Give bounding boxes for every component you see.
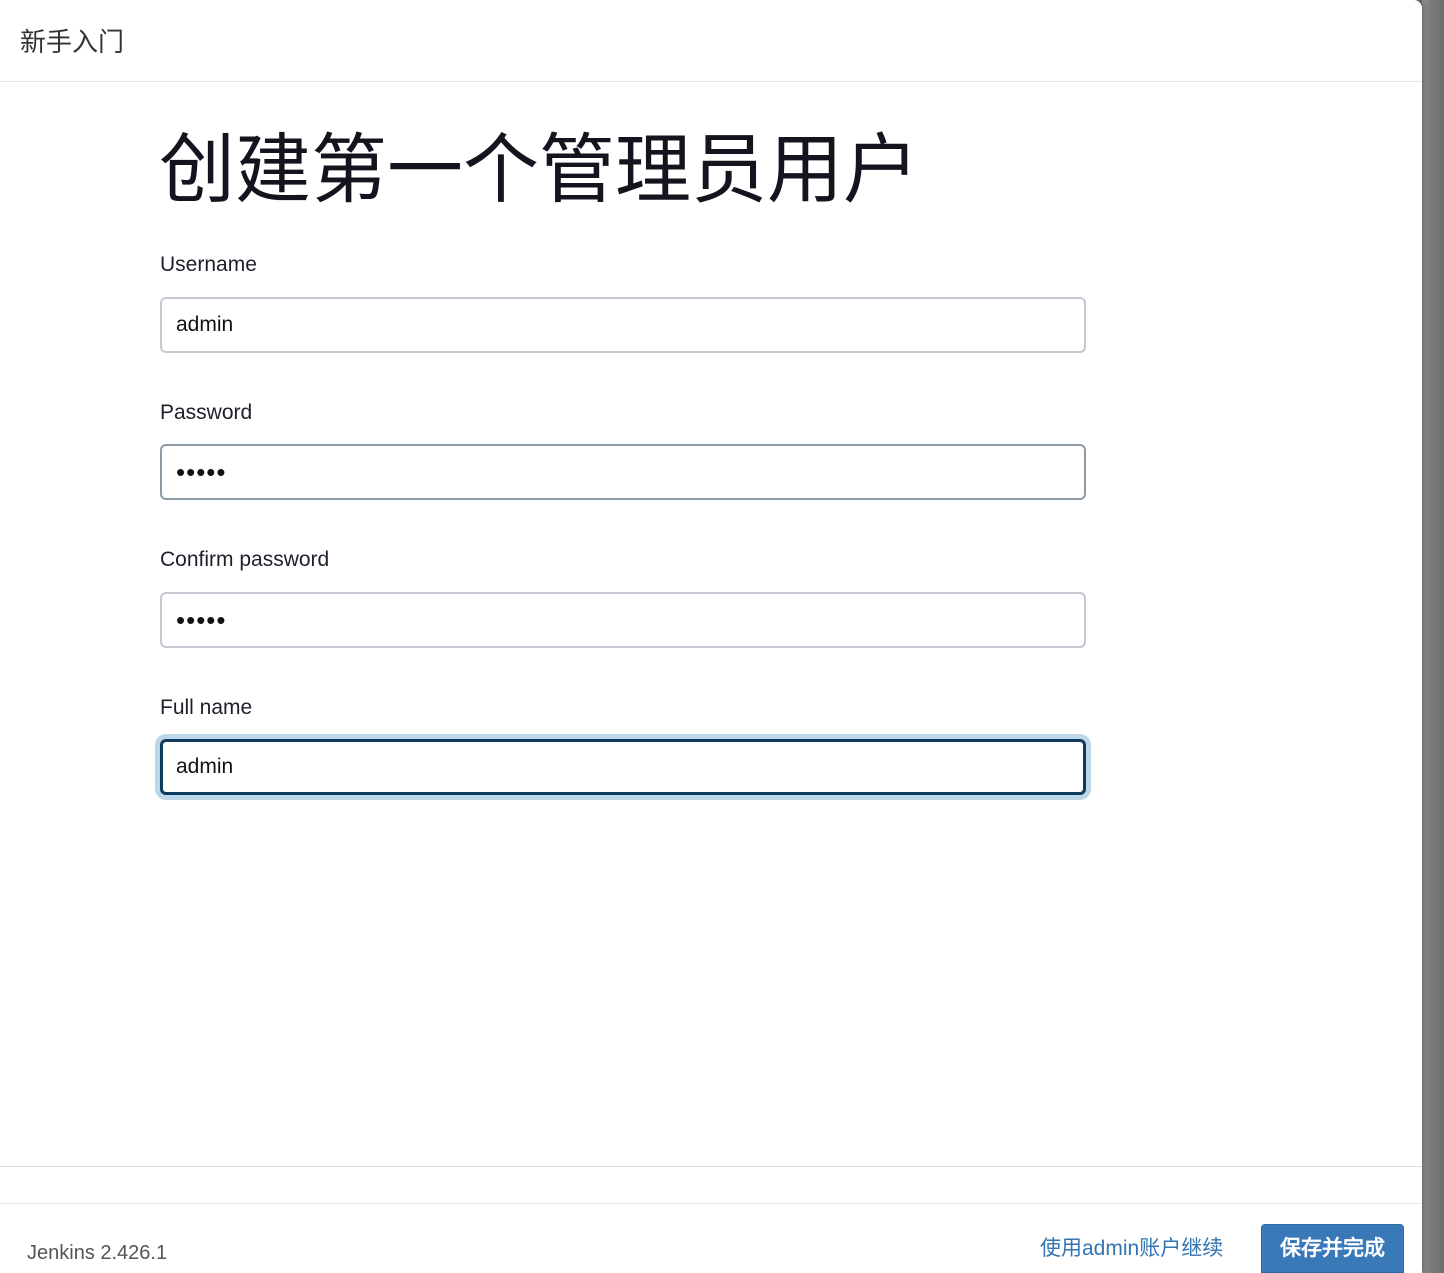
version-label: Jenkins 2.426.1 xyxy=(27,1242,168,1264)
username-input[interactable] xyxy=(160,297,1086,353)
wizard-header: 新手入门 xyxy=(0,0,1422,82)
username-label: Username xyxy=(160,253,257,276)
confirm-password-input[interactable] xyxy=(160,592,1086,648)
full-name-input[interactable] xyxy=(160,739,1086,795)
setup-wizard-panel: 新手入门 创建第一个管理员用户 Username Password Confir… xyxy=(0,0,1422,1273)
modal-backdrop xyxy=(1422,0,1444,1273)
full-name-label: Full name xyxy=(160,696,253,719)
confirm-password-label: Confirm password xyxy=(160,548,330,571)
password-input[interactable] xyxy=(160,444,1086,500)
continue-as-admin-link[interactable]: 使用admin账户继续 xyxy=(1040,1236,1223,1262)
password-label: Password xyxy=(160,401,253,424)
save-and-finish-button[interactable]: 保存并完成 xyxy=(1261,1224,1404,1273)
page-title: 创建第一个管理员用户 xyxy=(159,128,919,213)
wizard-header-title: 新手入门 xyxy=(20,27,125,57)
content-divider xyxy=(0,1166,1422,1167)
footer-divider xyxy=(0,1203,1422,1204)
